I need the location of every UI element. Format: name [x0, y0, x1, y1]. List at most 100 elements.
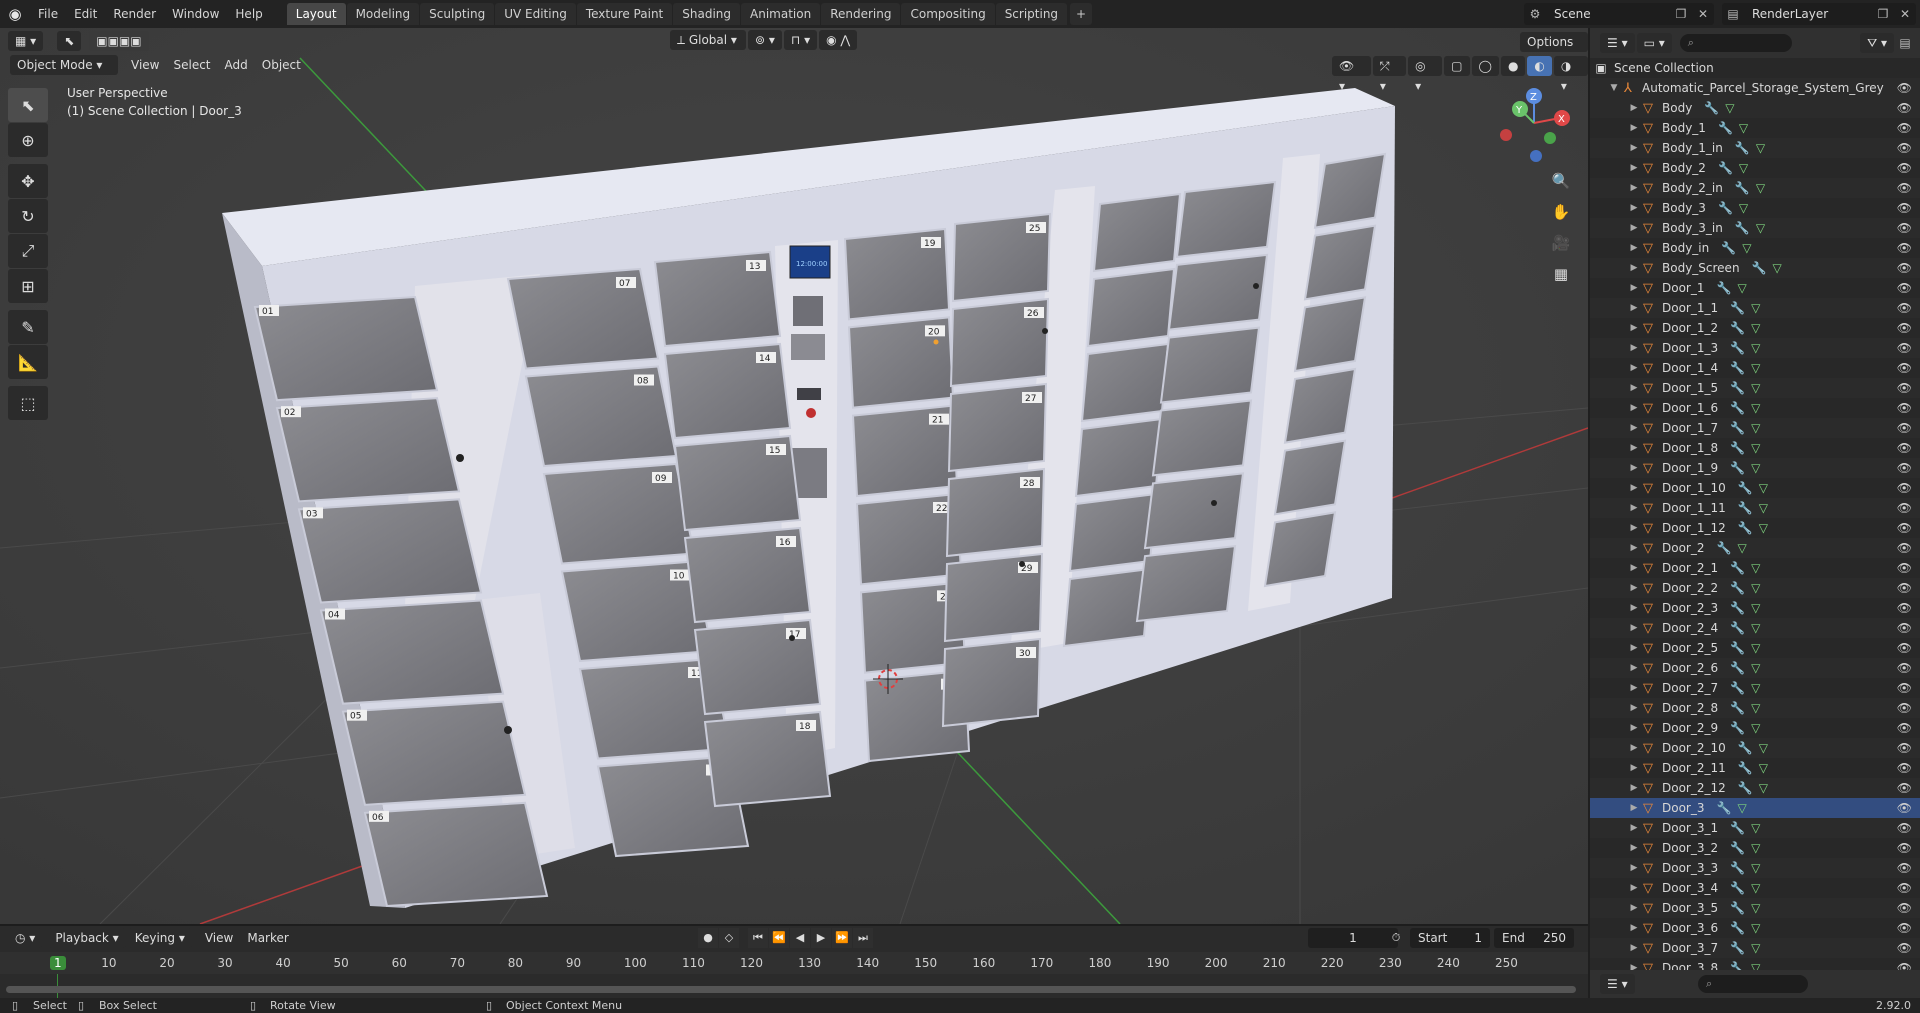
- eye-icon[interactable]: 👁: [1897, 761, 1912, 775]
- menu-edit[interactable]: Edit: [66, 0, 105, 28]
- outliner-item[interactable]: ▶ ▽ Door_1_6 🔧 ▽ 👁: [1590, 398, 1920, 418]
- menu-help[interactable]: Help: [227, 0, 270, 28]
- locker-door[interactable]: [1068, 492, 1158, 573]
- mesh-data-icon[interactable]: ▽: [1751, 941, 1760, 955]
- modifier-wrench-icon[interactable]: 🔧: [1752, 261, 1767, 275]
- viewport-scene[interactable]: 12:00:00 0102030405060708091011121314151…: [0, 28, 1588, 924]
- locker-door[interactable]: [275, 397, 461, 503]
- gizmo-neg-z-icon[interactable]: [1530, 150, 1542, 162]
- modifier-wrench-icon[interactable]: 🔧: [1735, 141, 1750, 155]
- modifier-wrench-icon[interactable]: 🔧: [1717, 281, 1732, 295]
- pivot-icon[interactable]: ⊚ ▾: [748, 30, 782, 50]
- outliner-item[interactable]: ▶ ▽ Door_3 🔧 ▽ 👁: [1590, 798, 1920, 818]
- expand-arrow-icon[interactable]: ▶: [1628, 303, 1640, 313]
- outliner-item[interactable]: ▶ ▽ Door_2_11 🔧 ▽ 👁: [1590, 758, 1920, 778]
- outliner-item[interactable]: ▶ ▽ Door_3_4 🔧 ▽ 👁: [1590, 878, 1920, 898]
- expand-arrow-icon[interactable]: ▶: [1628, 343, 1640, 353]
- modifier-wrench-icon[interactable]: 🔧: [1730, 941, 1745, 955]
- locker-door[interactable]: [1080, 342, 1170, 423]
- modifier-wrench-icon[interactable]: 🔧: [1730, 421, 1745, 435]
- mesh-data-icon[interactable]: ▽: [1739, 201, 1748, 215]
- eye-icon[interactable]: 👁: [1897, 741, 1912, 755]
- expand-arrow-icon[interactable]: ▶: [1628, 543, 1640, 553]
- modifier-wrench-icon[interactable]: 🔧: [1730, 581, 1745, 595]
- eye-icon[interactable]: 👁: [1897, 521, 1912, 535]
- outliner-item[interactable]: ▶ ▽ Body_3_in 🔧 ▽ 👁: [1590, 218, 1920, 238]
- modifier-wrench-icon[interactable]: 🔧: [1721, 241, 1736, 255]
- outliner-item[interactable]: ▶ ▽ Door_2 🔧 ▽ 👁: [1590, 538, 1920, 558]
- modifier-wrench-icon[interactable]: 🔧: [1735, 181, 1750, 195]
- outliner-item[interactable]: ▶ ▽ Body_2 🔧 ▽ 👁: [1590, 158, 1920, 178]
- modifier-wrench-icon[interactable]: 🔧: [1730, 621, 1745, 635]
- outliner-item[interactable]: ▶ ▽ Body_1_in 🔧 ▽ 👁: [1590, 138, 1920, 158]
- mesh-data-icon[interactable]: ▽: [1751, 561, 1760, 575]
- gizmo-neg-x-icon[interactable]: [1500, 129, 1512, 141]
- frame-ruler[interactable]: 1 10 20 30 40 50 60 70 80 90 100 110 120 130 140 150 160…: [0, 952, 1588, 974]
- eye-icon[interactable]: 👁: [1897, 441, 1912, 455]
- eye-icon[interactable]: 👁: [1897, 721, 1912, 735]
- modifier-wrench-icon[interactable]: 🔧: [1718, 201, 1733, 215]
- eye-icon[interactable]: 👁: [1897, 621, 1912, 635]
- expand-arrow-icon[interactable]: ▶: [1628, 163, 1640, 173]
- eye-icon[interactable]: 👁: [1897, 221, 1912, 235]
- selection-mode-icon[interactable]: ▣▣▣▣: [89, 31, 149, 51]
- keying-dropdown[interactable]: Keying ▾: [127, 928, 192, 948]
- overlay-toggle-icon[interactable]: ◎ ▾: [1408, 56, 1443, 93]
- outliner-item[interactable]: ▶ ▽ Body_2_in 🔧 ▽ 👁: [1590, 178, 1920, 198]
- outliner-item[interactable]: ▶ ▽ Door_3_3 🔧 ▽ 👁: [1590, 858, 1920, 878]
- play-icon[interactable]: ▶: [811, 928, 831, 948]
- shading-wireframe-icon[interactable]: ◯: [1471, 56, 1499, 76]
- shading-rendered-icon[interactable]: ◑ ▾: [1553, 56, 1588, 93]
- start-frame-field[interactable]: Start 1: [1410, 928, 1490, 948]
- rotate-tool-icon[interactable]: ↻: [8, 199, 48, 233]
- outliner-item[interactable]: ▶ ▽ Body_in 🔧 ▽ 👁: [1590, 238, 1920, 258]
- eye-icon[interactable]: 👁: [1897, 801, 1912, 815]
- object-mode-dropdown[interactable]: Object Mode ▾: [10, 55, 118, 75]
- scene-selector[interactable]: ⚙ Scene ❐ ✕: [1524, 3, 1714, 25]
- mesh-data-icon[interactable]: ▽: [1737, 541, 1746, 555]
- eye-icon[interactable]: 👁: [1897, 241, 1912, 255]
- mesh-data-icon[interactable]: ▽: [1759, 781, 1768, 795]
- editor-type-button[interactable]: ☰ ▾: [1600, 974, 1635, 994]
- blender-logo-icon[interactable]: ◉: [0, 0, 30, 28]
- modifier-wrench-icon[interactable]: 🔧: [1730, 661, 1745, 675]
- scale-tool-icon[interactable]: ⤢: [8, 234, 48, 268]
- xray-toggle-icon[interactable]: ▢: [1444, 56, 1470, 76]
- expand-arrow-icon[interactable]: ▶: [1628, 483, 1640, 493]
- eye-icon[interactable]: 👁: [1897, 861, 1912, 875]
- mesh-data-icon[interactable]: ▽: [1725, 101, 1734, 115]
- mesh-data-icon[interactable]: ▽: [1751, 901, 1760, 915]
- expand-arrow-icon[interactable]: ▶: [1628, 923, 1640, 933]
- expand-arrow-icon[interactable]: ▶: [1628, 583, 1640, 593]
- mesh-data-icon[interactable]: ▽: [1759, 741, 1768, 755]
- locker-door[interactable]: [1303, 224, 1377, 301]
- eye-icon[interactable]: 👁: [1897, 961, 1912, 970]
- modifier-wrench-icon[interactable]: 🔧: [1730, 401, 1745, 415]
- mesh-data-icon[interactable]: ▽: [1751, 881, 1760, 895]
- mesh-data-icon[interactable]: ▽: [1739, 121, 1748, 135]
- move-tool-icon[interactable]: ✥: [8, 164, 48, 198]
- mesh-data-icon[interactable]: ▽: [1751, 461, 1760, 475]
- eye-icon[interactable]: 👁: [1897, 181, 1912, 195]
- modifier-wrench-icon[interactable]: 🔧: [1735, 221, 1750, 235]
- mesh-data-icon[interactable]: ▽: [1737, 281, 1746, 295]
- eye-icon[interactable]: 👁: [1897, 541, 1912, 555]
- modifier-wrench-icon[interactable]: 🔧: [1730, 861, 1745, 875]
- eye-icon[interactable]: 👁: [1897, 681, 1912, 695]
- modifier-wrench-icon[interactable]: 🔧: [1738, 501, 1753, 515]
- modifier-wrench-icon[interactable]: 🔧: [1717, 801, 1732, 815]
- jump-end-icon[interactable]: ⏭: [853, 928, 873, 948]
- mesh-data-icon[interactable]: ▽: [1751, 721, 1760, 735]
- scene-collection-row[interactable]: ▣ Scene Collection: [1590, 58, 1920, 78]
- eye-icon[interactable]: 👁: [1897, 81, 1912, 95]
- mesh-data-icon[interactable]: ▽: [1751, 961, 1760, 970]
- expand-arrow-icon[interactable]: ▶: [1628, 523, 1640, 533]
- mesh-data-icon[interactable]: ▽: [1751, 341, 1760, 355]
- locker-door[interactable]: [1167, 253, 1269, 331]
- eye-icon[interactable]: 👁: [1897, 841, 1912, 855]
- mesh-data-icon[interactable]: ▽: [1751, 581, 1760, 595]
- expand-arrow-icon[interactable]: ▶: [1628, 683, 1640, 693]
- eye-icon[interactable]: 👁: [1897, 781, 1912, 795]
- mesh-data-icon[interactable]: ▽: [1773, 261, 1782, 275]
- locker-door[interactable]: [363, 801, 549, 908]
